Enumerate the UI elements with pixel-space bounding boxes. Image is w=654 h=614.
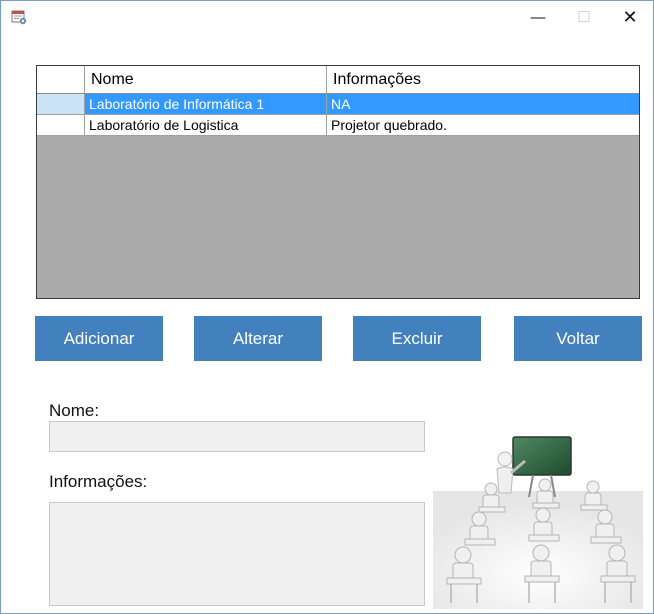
maximize-button[interactable]: ☐ (561, 1, 607, 33)
cell-informacoes[interactable]: NA (327, 94, 639, 115)
row-header-corner[interactable] (37, 66, 85, 94)
calendar-settings-icon (11, 10, 27, 25)
column-header-informacoes[interactable]: Informações (327, 66, 639, 94)
alterar-button[interactable]: Alterar (194, 316, 322, 361)
nome-field[interactable] (49, 421, 425, 452)
title-bar[interactable]: — ☐ ✕ (1, 1, 653, 33)
adicionar-button[interactable]: Adicionar (35, 316, 163, 361)
row-header[interactable] (37, 94, 85, 115)
informacoes-label: Informações: (49, 472, 148, 491)
grid-header-row: Nome Informações (37, 66, 639, 94)
cell-nome[interactable]: Laboratório de Logistica (85, 115, 327, 136)
column-header-nome[interactable]: Nome (85, 66, 327, 94)
window: — ☐ ✕ Nome Informações Laboratório de In… (0, 0, 654, 614)
table-row[interactable]: Laboratório de Logistica Projetor quebra… (37, 115, 639, 136)
close-button[interactable]: ✕ (607, 1, 653, 33)
nome-label: Nome: (49, 401, 100, 420)
table-row[interactable]: Laboratório de Informática 1 NA (37, 94, 639, 115)
row-header[interactable] (37, 115, 85, 136)
voltar-button[interactable]: Voltar (514, 316, 642, 361)
informacoes-field[interactable] (49, 502, 425, 606)
data-grid[interactable]: Nome Informações Laboratório de Informát… (36, 65, 640, 299)
excluir-button[interactable]: Excluir (353, 316, 481, 361)
cell-informacoes[interactable]: Projetor quebrado. (327, 115, 639, 136)
minimize-button[interactable]: — (515, 1, 561, 33)
classroom-illustration-icon (433, 436, 643, 609)
cell-nome[interactable]: Laboratório de Informática 1 (85, 94, 327, 115)
